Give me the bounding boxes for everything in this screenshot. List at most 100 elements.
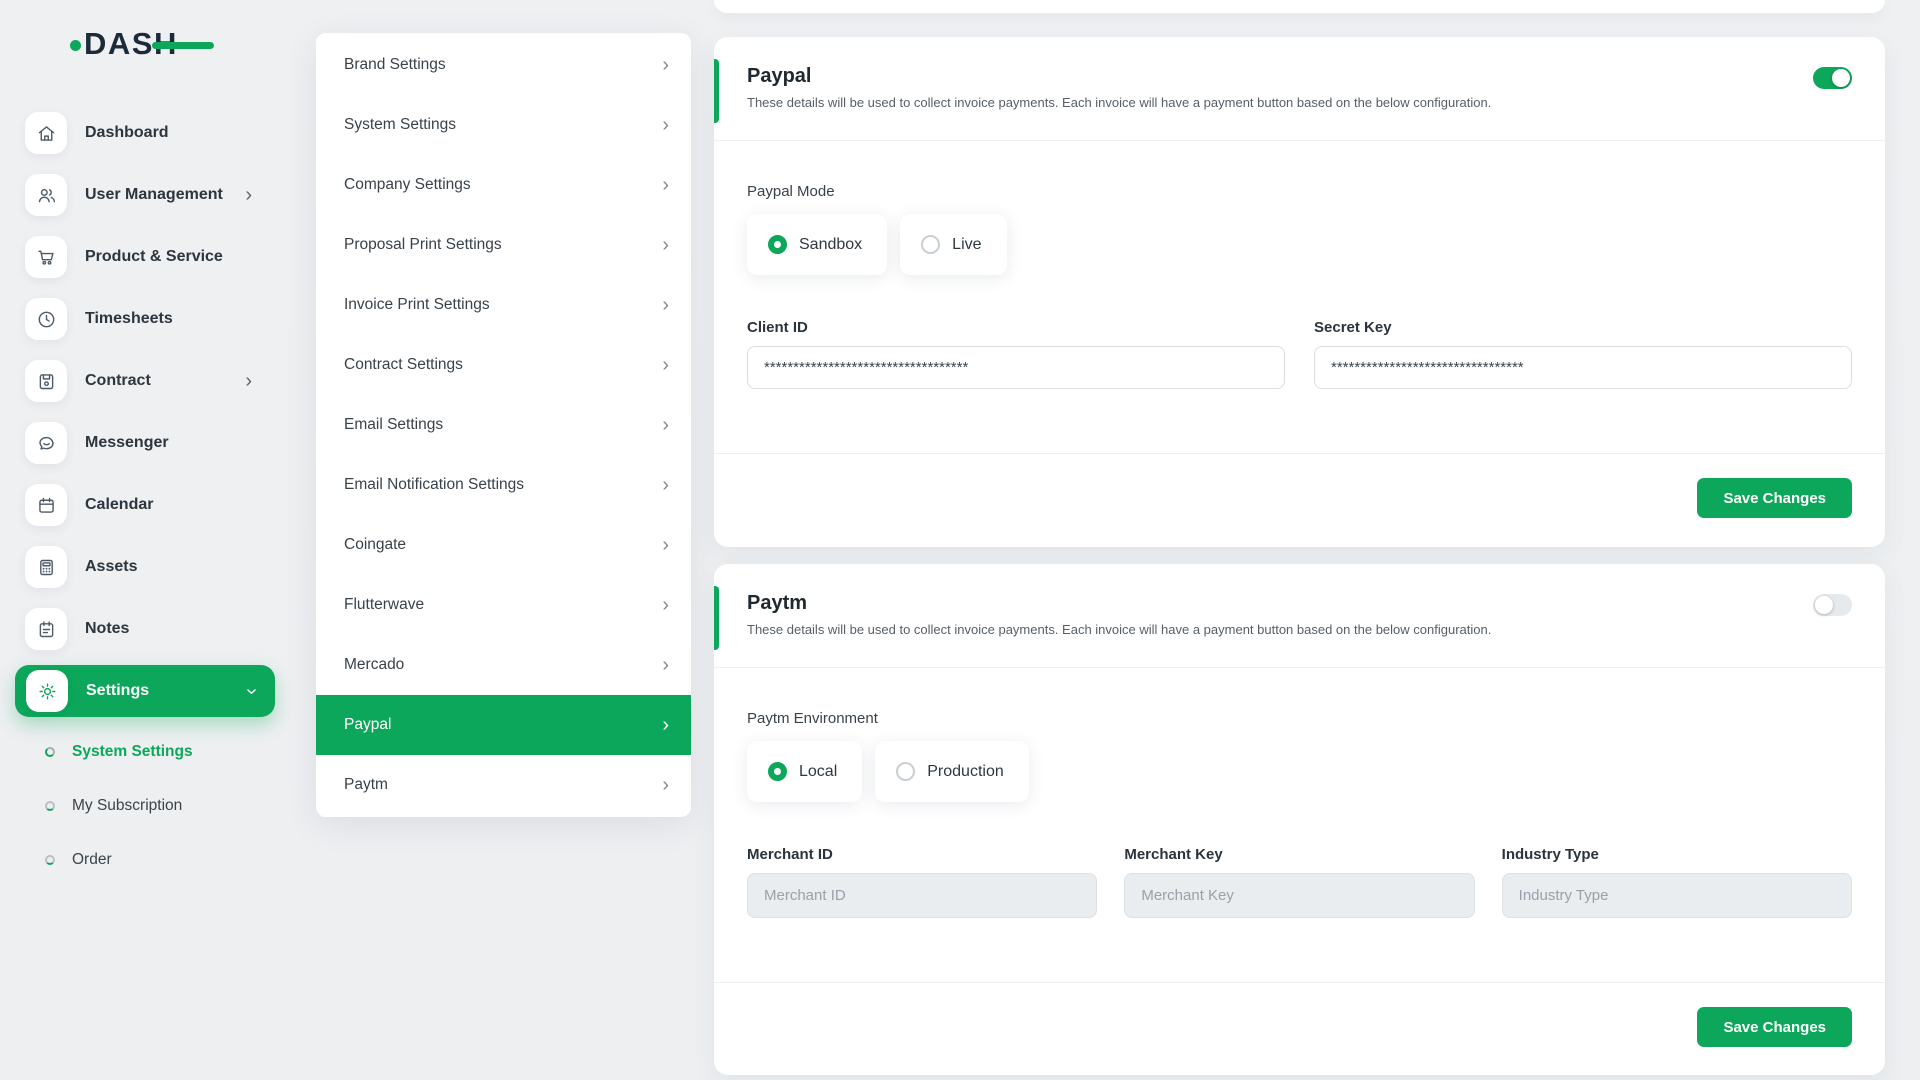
industry-type-input[interactable] [1502, 873, 1852, 918]
chevron-right-icon: › [662, 654, 669, 677]
merchant-id-label: Merchant ID [747, 846, 1097, 863]
industry-type-field-group: Industry Type [1502, 846, 1852, 918]
menu-item-company-settings[interactable]: Company Settings › [316, 155, 691, 215]
merchant-key-input[interactable] [1124, 873, 1474, 918]
merchant-id-input[interactable] [747, 873, 1097, 918]
clock-icon [25, 298, 67, 340]
client-id-field-group: Client ID [747, 319, 1285, 389]
menu-item-brand-settings[interactable]: Brand Settings › [316, 35, 691, 95]
radio-option-sandbox[interactable]: Sandbox [747, 214, 887, 275]
secret-key-input[interactable] [1314, 346, 1852, 389]
logo-bar-icon [152, 42, 214, 49]
menu-item-paytm[interactable]: Paytm › [316, 755, 691, 815]
menu-item-label: Contract Settings [344, 356, 463, 374]
client-id-label: Client ID [747, 319, 1285, 336]
paypal-card-header: Paypal These details will be used to col… [714, 37, 1885, 110]
paytm-environment-label: Paytm Environment [747, 710, 1852, 727]
menu-item-invoice-print-settings[interactable]: Invoice Print Settings › [316, 275, 691, 335]
menu-item-label: Company Settings [344, 176, 471, 194]
menu-item-label: Email Notification Settings [344, 476, 524, 494]
sidebar-item-label: Notes [85, 620, 129, 638]
paytm-card-title: Paytm [747, 592, 1852, 615]
calendar-icon [25, 484, 67, 526]
menu-item-label: Paypal [344, 716, 391, 734]
sidebar-item-calendar[interactable]: Calendar [0, 474, 290, 536]
menu-item-email-notification-settings[interactable]: Email Notification Settings › [316, 455, 691, 515]
sidebar-subitem-order[interactable]: Order [0, 833, 290, 887]
chevron-right-icon: › [662, 234, 669, 257]
chevron-right-icon: › [662, 714, 669, 737]
secret-key-field-group: Secret Key [1314, 319, 1852, 389]
radio-option-label: Production [927, 763, 1004, 781]
paytm-enable-toggle[interactable] [1813, 594, 1852, 616]
sidebar-item-label: Product & Service [85, 248, 223, 266]
menu-item-label: Proposal Print Settings [344, 236, 502, 254]
paypal-save-button[interactable]: Save Changes [1697, 478, 1852, 518]
chevron-right-icon: › [662, 474, 669, 497]
contract-icon [25, 360, 67, 402]
sidebar-item-settings[interactable]: Settings › [15, 665, 275, 717]
paypal-enable-toggle[interactable] [1813, 67, 1852, 89]
menu-item-email-settings[interactable]: Email Settings › [316, 395, 691, 455]
sidebar-item-label: Dashboard [85, 124, 169, 142]
menu-item-contract-settings[interactable]: Contract Settings › [316, 335, 691, 395]
menu-item-label: Flutterwave [344, 596, 424, 614]
menu-item-label: Paytm [344, 776, 388, 794]
sub-item-label: Order [72, 851, 112, 869]
sidebar-item-dashboard[interactable]: Dashboard [0, 102, 290, 164]
sidebar-item-notes[interactable]: Notes [0, 598, 290, 660]
sidebar-subitem-system-settings[interactable]: System Settings [0, 725, 290, 779]
sidebar-item-label: Contract [85, 372, 151, 390]
sidebar: DASH Dashboard User Management › Product… [0, 0, 290, 1080]
merchant-key-label: Merchant Key [1124, 846, 1474, 863]
client-id-input[interactable] [747, 346, 1285, 389]
chat-icon [25, 422, 67, 464]
industry-type-label: Industry Type [1502, 846, 1852, 863]
paytm-credentials-fields: Merchant ID Merchant Key Industry Type [747, 846, 1852, 918]
menu-item-flutterwave[interactable]: Flutterwave › [316, 575, 691, 635]
radio-option-local[interactable]: Local [747, 741, 862, 802]
menu-item-paypal[interactable]: Paypal › [316, 695, 691, 755]
sidebar-item-timesheets[interactable]: Timesheets [0, 288, 290, 350]
paytm-card-footer: Save Changes [714, 983, 1885, 1047]
sub-item-label: System Settings [72, 743, 193, 761]
menu-item-coingate[interactable]: Coingate › [316, 515, 691, 575]
toggle-knob [1832, 69, 1850, 87]
menu-item-label: Email Settings [344, 416, 443, 434]
sidebar-item-user-management[interactable]: User Management › [0, 164, 290, 226]
sidebar-item-assets[interactable]: Assets [0, 536, 290, 598]
sidebar-item-label: Calendar [85, 496, 153, 514]
previous-card-bottom-edge [714, 0, 1885, 13]
paypal-credentials-fields: Client ID Secret Key [747, 319, 1852, 389]
sidebar-item-product-service[interactable]: Product & Service [0, 226, 290, 288]
radio-unselected-icon [921, 235, 940, 254]
sidebar-item-label: Settings [86, 682, 149, 700]
radio-unselected-icon [896, 762, 915, 781]
green-accent-bar [714, 59, 719, 123]
radio-option-production[interactable]: Production [875, 741, 1029, 802]
menu-item-mercado[interactable]: Mercado › [316, 635, 691, 695]
bullet-icon [45, 747, 55, 757]
chevron-right-icon: › [662, 354, 669, 377]
secret-key-label: Secret Key [1314, 319, 1852, 336]
paypal-mode-label: Paypal Mode [747, 183, 1852, 200]
sidebar-item-messenger[interactable]: Messenger [0, 412, 290, 474]
chevron-right-icon: › [662, 114, 669, 137]
menu-item-label: Coingate [344, 536, 406, 554]
settings-menu-panel: Brand Settings › System Settings › Compa… [316, 33, 691, 817]
sidebar-item-contract[interactable]: Contract › [0, 350, 290, 412]
menu-item-label: Brand Settings [344, 56, 446, 74]
paytm-save-button[interactable]: Save Changes [1697, 1007, 1852, 1047]
menu-item-system-settings[interactable]: System Settings › [316, 95, 691, 155]
radio-selected-icon [768, 235, 787, 254]
paytm-environment-options: Local Production [747, 741, 1852, 802]
radio-option-label: Live [952, 236, 981, 254]
sidebar-subitem-my-subscription[interactable]: My Subscription [0, 779, 290, 833]
menu-item-label: System Settings [344, 116, 456, 134]
chevron-down-icon: › [240, 688, 263, 695]
chevron-right-icon: › [662, 54, 669, 77]
menu-item-proposal-print-settings[interactable]: Proposal Print Settings › [316, 215, 691, 275]
sidebar-item-label: Messenger [85, 434, 169, 452]
home-icon [25, 112, 67, 154]
radio-option-live[interactable]: Live [900, 214, 1006, 275]
